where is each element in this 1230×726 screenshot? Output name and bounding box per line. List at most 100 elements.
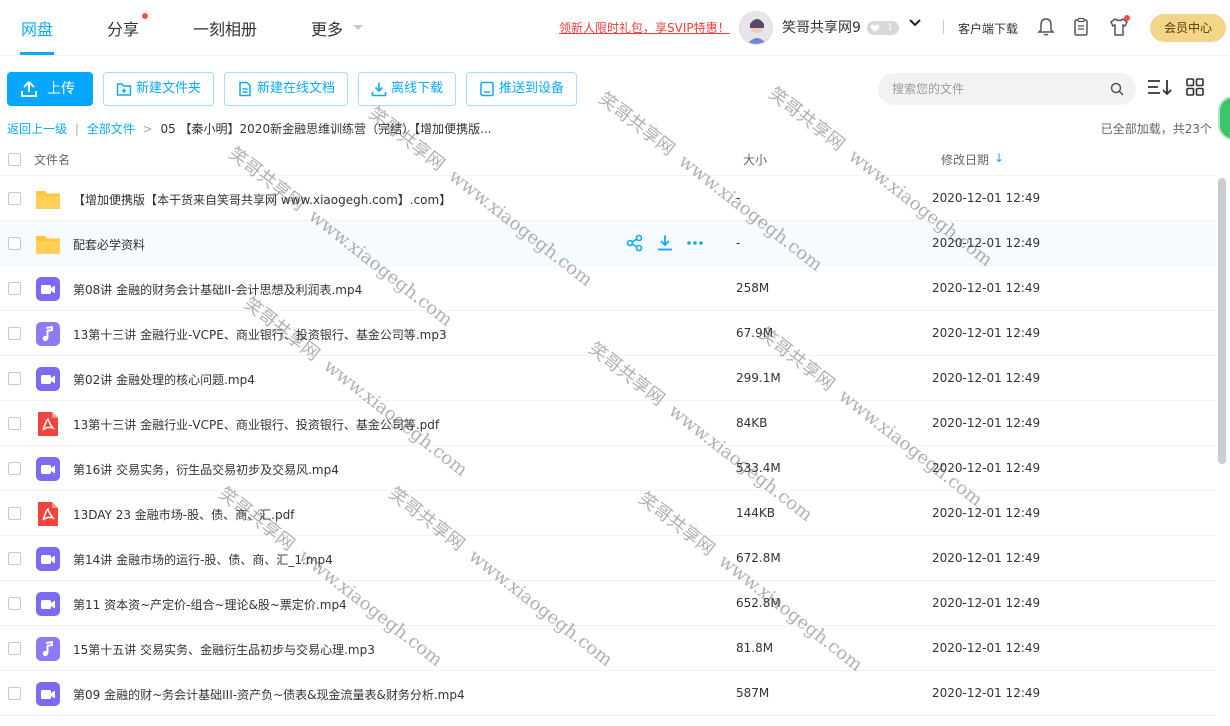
file-size: 67.9M bbox=[736, 326, 774, 340]
push-device-button[interactable]: 推送到设备 bbox=[466, 72, 577, 106]
file-row[interactable]: 【增加便携版【本干货来自笑哥共享网 www.xiaogegh.com】.com】… bbox=[0, 176, 1216, 221]
tab-share[interactable]: 分享 bbox=[107, 16, 139, 40]
file-date: 2020-12-01 12:49 bbox=[932, 686, 1041, 700]
tab-netdisk[interactable]: 网盘 bbox=[21, 16, 53, 40]
file-row[interactable]: 第11 资本资~产定价-组合~理论&股~票定价.mp4 652.8M 2020-12… bbox=[0, 581, 1216, 626]
file-name[interactable]: 13第十三讲 金融行业-VCPE、商业银行、投资银行、基金公司等.mp3 bbox=[73, 326, 447, 343]
file-name[interactable]: 13DAY 23 金融市场-股、债、商、汇.pdf bbox=[73, 506, 294, 523]
file-date: 2020-12-01 12:49 bbox=[932, 461, 1041, 475]
sort-desc-icon[interactable]: ↓ bbox=[994, 151, 1004, 165]
file-name[interactable]: 第11 资本资~产定价-组合~理论&股~票定价.mp4 bbox=[73, 596, 347, 613]
share-notification-dot bbox=[142, 13, 148, 19]
row-checkbox[interactable] bbox=[8, 552, 21, 565]
search-icon[interactable] bbox=[1110, 82, 1124, 96]
file-row[interactable]: 13第十三讲 金融行业-VCPE、商业银行、投资银行、基金公司等.pdf 84KB… bbox=[0, 401, 1216, 446]
file-row[interactable]: 13DAY 23 金融市场-股、债、商、汇.pdf 144KB 2020-12-01… bbox=[0, 491, 1216, 536]
upload-label: 上传 bbox=[47, 81, 75, 97]
row-checkbox[interactable] bbox=[8, 462, 21, 475]
file-size: 652.8M bbox=[736, 596, 781, 610]
tab-album[interactable]: 一刻相册 bbox=[193, 16, 257, 40]
pdf-file-icon bbox=[35, 501, 61, 527]
file-row[interactable]: 配套必学资料 - 2020-12-01 12:49 bbox=[0, 221, 1216, 266]
new-doc-button[interactable]: 新建在线文档 bbox=[224, 72, 348, 106]
top-nav-bar: 网盘 分享 一刻相册 更多 领新人限时礼包，享SVIP特惠！ 笑哥共享网9 1 … bbox=[0, 0, 1230, 56]
new-folder-button[interactable]: 新建文件夹 bbox=[103, 72, 214, 106]
file-name[interactable]: 第08讲 金融的财务会计基础II-会计思想及利润表.mp4 bbox=[73, 281, 362, 298]
scrollbar[interactable] bbox=[1218, 178, 1226, 464]
folder-plus-icon bbox=[116, 83, 132, 96]
file-size: 672.8M bbox=[736, 551, 781, 565]
client-download-link[interactable]: 客户端下载 bbox=[958, 20, 1018, 37]
audio-file-icon bbox=[35, 636, 61, 662]
file-size: - bbox=[736, 236, 741, 250]
file-name[interactable]: 第02讲 金融处理的核心问题.mp4 bbox=[73, 371, 255, 388]
vip-level-badge: 1 bbox=[867, 21, 899, 35]
file-row[interactable]: 第02讲 金融处理的核心问题.mp4 299.1M 2020-12-01 12:49 bbox=[0, 356, 1216, 401]
file-row[interactable]: 第16讲 交易实务，衍生品交易初步及交易风.mp4 533.4M 2020-12-0… bbox=[0, 446, 1216, 491]
active-tab-indicator bbox=[20, 52, 54, 55]
share-icon[interactable] bbox=[626, 234, 644, 252]
video-file-icon bbox=[35, 276, 61, 302]
clipboard-icon[interactable] bbox=[1070, 16, 1092, 38]
chevron-down-icon[interactable] bbox=[908, 16, 922, 30]
more-options-icon[interactable] bbox=[686, 234, 704, 252]
download-icon bbox=[371, 82, 387, 97]
floating-assistant-button[interactable] bbox=[1218, 96, 1230, 140]
file-name[interactable]: 13第十三讲 金融行业-VCPE、商业银行、投资银行、基金公司等.pdf bbox=[73, 416, 439, 433]
file-name[interactable]: 配套必学资料 bbox=[73, 236, 145, 253]
row-checkbox[interactable] bbox=[8, 237, 21, 250]
row-checkbox[interactable] bbox=[8, 327, 21, 340]
search-box bbox=[878, 73, 1136, 105]
grid-view-icon[interactable] bbox=[1186, 78, 1204, 96]
username[interactable]: 笑哥共享网9 bbox=[782, 17, 861, 37]
file-date: 2020-12-01 12:49 bbox=[932, 326, 1041, 340]
vip-level-number: 1 bbox=[887, 23, 893, 33]
offline-download-button[interactable]: 离线下载 bbox=[358, 72, 456, 106]
column-size[interactable]: 大小 bbox=[743, 151, 767, 168]
row-checkbox[interactable] bbox=[8, 597, 21, 610]
file-row[interactable]: 13第十三讲 金融行业-VCPE、商业银行、投资银行、基金公司等.mp3 67.9… bbox=[0, 311, 1216, 356]
row-checkbox[interactable] bbox=[8, 417, 21, 430]
tab-more[interactable]: 更多 bbox=[311, 16, 343, 40]
row-checkbox[interactable] bbox=[8, 372, 21, 385]
breadcrumb-chevron: > bbox=[142, 122, 153, 136]
file-row[interactable]: 15第十五讲 交易实务、金融衍生品初步与交易心理.mp3 81.8M 2020-12… bbox=[0, 626, 1216, 671]
member-center-button[interactable]: 会员中心 bbox=[1150, 14, 1226, 42]
file-date: 2020-12-01 12:49 bbox=[932, 281, 1041, 295]
download-icon[interactable] bbox=[656, 234, 674, 252]
file-size: 81.8M bbox=[736, 641, 774, 655]
file-name[interactable]: 【增加便携版【本干货来自笑哥共享网 www.xiaogegh.com】.com】 bbox=[73, 191, 451, 208]
row-checkbox[interactable] bbox=[8, 192, 21, 205]
promo-link[interactable]: 领新人限时礼包，享SVIP特惠！ bbox=[559, 19, 730, 36]
file-name[interactable]: 第09 金融的财~务会计基础III-资产负~债表&现金流量表&财务分析.mp4 bbox=[73, 686, 465, 703]
new-doc-label: 新建在线文档 bbox=[257, 81, 336, 96]
breadcrumb-back[interactable]: 返回上一级 bbox=[7, 122, 67, 136]
row-checkbox[interactable] bbox=[8, 282, 21, 295]
file-row[interactable]: 第14讲 金融市场的运行-股、债、商、汇_1.mp4 672.8M 2020-12-… bbox=[0, 536, 1216, 581]
vip-heart-icon bbox=[870, 24, 880, 32]
avatar[interactable] bbox=[739, 11, 773, 45]
file-row[interactable]: 第08讲 金融的财务会计基础II-会计思想及利润表.mp4 258M 2020-12… bbox=[0, 266, 1216, 311]
file-name[interactable]: 第14讲 金融市场的运行-股、债、商、汇_1.mp4 bbox=[73, 551, 333, 568]
file-name[interactable]: 第16讲 交易实务，衍生品交易初步及交易风.mp4 bbox=[73, 461, 339, 478]
search-input[interactable] bbox=[892, 73, 1102, 105]
upload-button[interactable]: 上传 bbox=[7, 72, 93, 106]
column-modified[interactable]: 修改日期 bbox=[941, 151, 989, 168]
file-size: 84KB bbox=[736, 416, 768, 430]
pdf-file-icon bbox=[35, 411, 61, 437]
row-checkbox[interactable] bbox=[8, 687, 21, 700]
video-file-icon bbox=[35, 546, 61, 572]
more-dropdown-icon[interactable] bbox=[352, 24, 364, 32]
file-row[interactable]: 第09 金融的财~务会计基础III-资产负~债表&现金流量表&财务分析.mp4 5… bbox=[0, 671, 1216, 716]
breadcrumb-all-files[interactable]: 全部文件 bbox=[87, 122, 135, 136]
video-file-icon bbox=[35, 591, 61, 617]
file-name[interactable]: 15第十五讲 交易实务、金融衍生品初步与交易心理.mp3 bbox=[73, 641, 375, 658]
bell-icon[interactable] bbox=[1035, 16, 1057, 38]
column-name[interactable]: 文件名 bbox=[34, 151, 70, 168]
sort-list-icon[interactable] bbox=[1147, 78, 1173, 98]
row-checkbox[interactable] bbox=[8, 507, 21, 520]
select-all-checkbox[interactable] bbox=[8, 153, 21, 166]
folder-icon bbox=[35, 231, 61, 257]
file-size: 299.1M bbox=[736, 371, 781, 385]
row-checkbox[interactable] bbox=[8, 642, 21, 655]
